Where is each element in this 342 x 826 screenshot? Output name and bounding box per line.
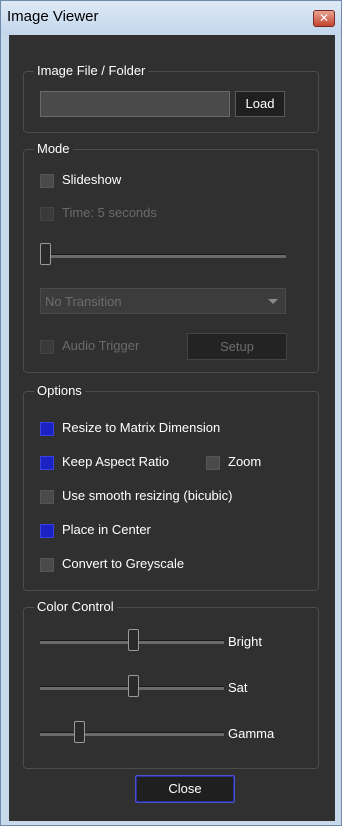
time-slider-track[interactable] — [44, 254, 286, 258]
color-control-legend: Color Control — [34, 599, 117, 615]
sat-label: Sat — [228, 680, 248, 695]
time-slider-thumb[interactable] — [40, 243, 51, 265]
greyscale-checkbox[interactable] — [40, 558, 54, 572]
image-viewer-window: Image Viewer ✕ Image File / Folder Load … — [0, 0, 342, 826]
setup-button[interactable]: Setup — [187, 333, 287, 360]
resize-checkbox[interactable] — [40, 422, 54, 436]
gamma-slider-track[interactable] — [40, 732, 224, 736]
time-checkbox[interactable] — [40, 207, 54, 221]
sat-slider-thumb[interactable] — [128, 675, 139, 697]
greyscale-label: Convert to Greyscale — [62, 556, 185, 571]
image-path-input[interactable] — [40, 91, 230, 117]
center-checkbox[interactable] — [40, 524, 54, 538]
bright-label: Bright — [228, 634, 262, 649]
smooth-resize-label: Use smooth resizing (bicubic) — [62, 488, 233, 503]
transition-select-value: No Transition — [45, 294, 122, 309]
dialog-body: Image File / Folder Load Mode Slideshow … — [9, 35, 335, 821]
slideshow-label: Slideshow — [62, 172, 122, 187]
audio-trigger-label: Audio Trigger — [62, 338, 140, 353]
zoom-checkbox[interactable] — [206, 456, 220, 470]
bright-slider-thumb[interactable] — [128, 629, 139, 651]
time-label: Time: 5 seconds — [62, 205, 157, 220]
title-bar[interactable]: Image Viewer ✕ — [1, 1, 341, 35]
chevron-down-icon — [268, 299, 278, 304]
slideshow-checkbox[interactable] — [40, 174, 54, 188]
color-control-group: Color Control Bright Sat Gamma — [23, 599, 319, 769]
zoom-label: Zoom — [228, 454, 262, 469]
image-file-group: Image File / Folder Load — [23, 63, 319, 133]
options-legend: Options — [34, 383, 85, 399]
gamma-label: Gamma — [228, 726, 275, 741]
window-title: Image Viewer — [7, 8, 99, 25]
options-group: Options Resize to Matrix Dimension Keep … — [23, 383, 319, 591]
transition-select[interactable]: No Transition — [40, 288, 286, 314]
keep-aspect-checkbox[interactable] — [40, 456, 54, 470]
mode-group: Mode Slideshow Time: 5 seconds No Transi… — [23, 141, 319, 373]
audio-trigger-checkbox[interactable] — [40, 340, 54, 354]
gamma-slider-thumb[interactable] — [74, 721, 85, 743]
keep-aspect-label: Keep Aspect Ratio — [62, 454, 169, 469]
mode-legend: Mode — [34, 141, 73, 157]
load-button[interactable]: Load — [235, 91, 285, 117]
center-label: Place in Center — [62, 522, 151, 537]
close-button[interactable]: Close — [135, 775, 235, 803]
smooth-resize-checkbox[interactable] — [40, 490, 54, 504]
window-close-icon[interactable]: ✕ — [313, 10, 335, 27]
image-file-legend: Image File / Folder — [34, 63, 149, 79]
resize-label: Resize to Matrix Dimension — [62, 420, 221, 435]
